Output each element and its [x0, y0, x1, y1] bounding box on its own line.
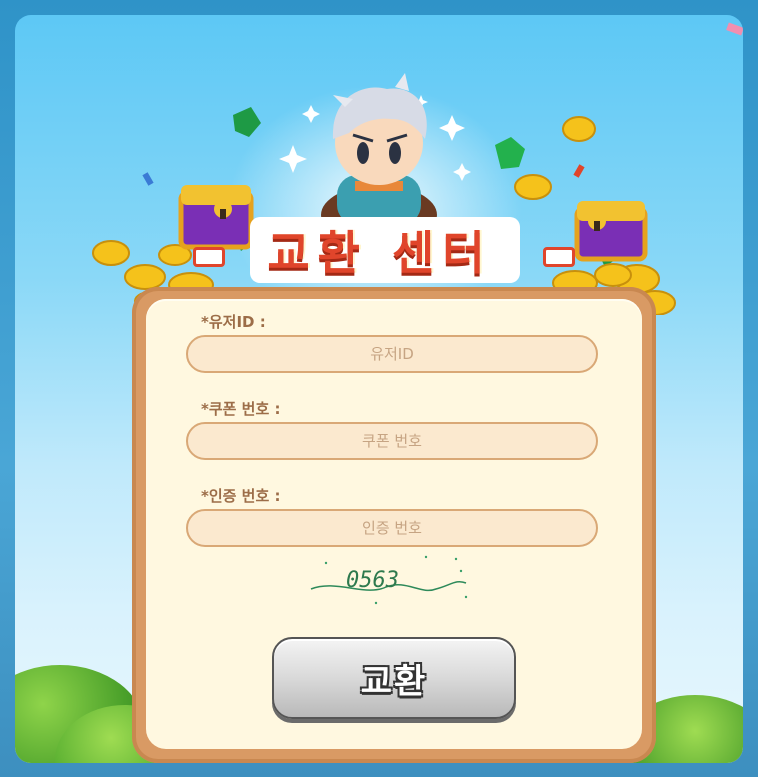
page-title-text: 교환 센터	[267, 226, 493, 280]
captcha-image[interactable]: 0563	[306, 549, 476, 609]
exchange-submit-button[interactable]: 교환	[272, 637, 516, 719]
page-title: 교환 센터	[190, 215, 570, 285]
treasure-chest-icon	[574, 201, 648, 262]
coupon-form: *유저ID : *쿠폰 번호 : *인증 번호 : 0563 교환	[132, 287, 656, 763]
user-id-input[interactable]	[186, 335, 598, 373]
coupon-number-label: *쿠폰 번호 :	[201, 400, 281, 418]
coupon-form-inner: *유저ID : *쿠폰 번호 : *인증 번호 : 0563 교환	[146, 299, 642, 749]
coupon-number-input[interactable]	[186, 422, 598, 460]
captcha-text: 0563	[346, 568, 399, 593]
user-id-label: *유저ID :	[201, 313, 266, 331]
verification-code-label: *인증 번호 :	[201, 487, 281, 505]
verification-code-input[interactable]	[186, 509, 598, 547]
exchange-panel: 교환 센터 *유저ID : *쿠폰 번호 : *인증 번호 : 0563 교환	[15, 15, 743, 763]
